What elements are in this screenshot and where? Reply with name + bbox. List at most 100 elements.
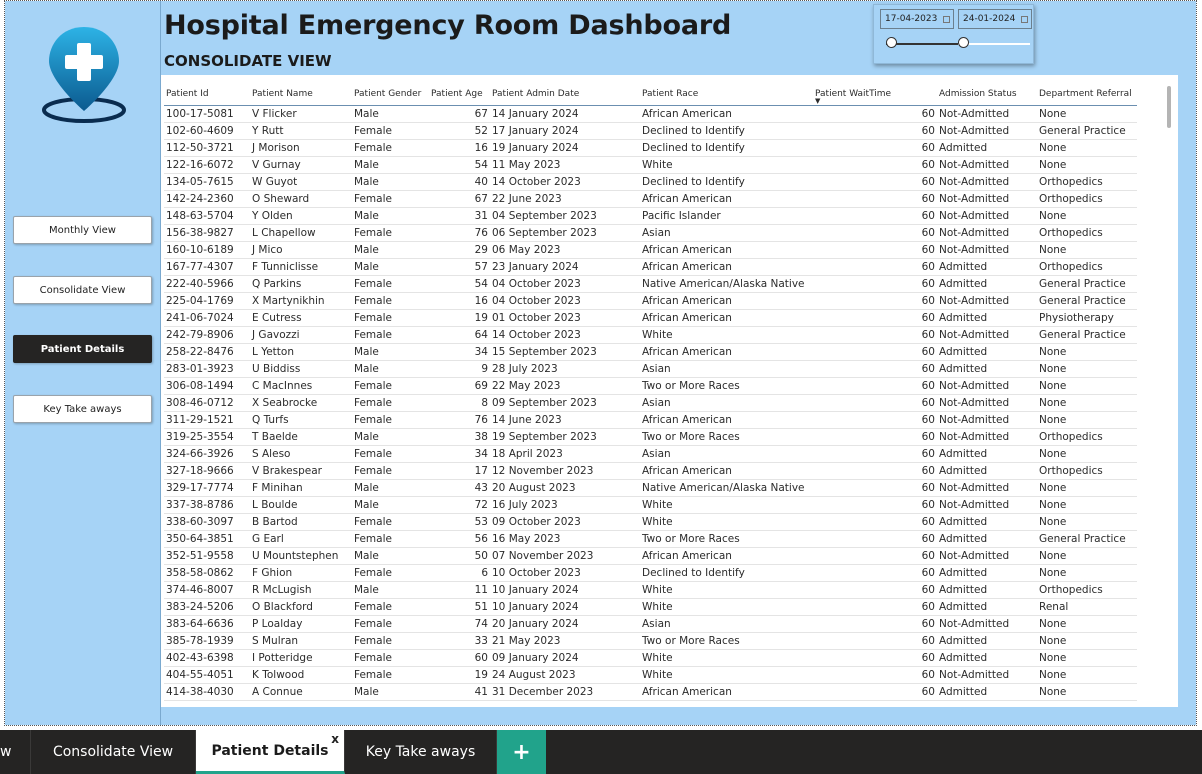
table-row[interactable]: 102-60-4609 Y Rutt Female 52 17 January 2024… <box>164 122 1137 140</box>
table-row[interactable]: 374-46-8007 R McLugish Male 11 10 January 20… <box>164 581 1137 599</box>
table-row[interactable]: 100-17-5081 V Flicker Male 67 14 January 202… <box>164 105 1137 123</box>
table-row[interactable]: 241-06-7024 E Cutress Female 19 01 October 2… <box>164 309 1137 327</box>
column-header[interactable]: Department Referral <box>1037 83 1137 106</box>
slider-end-handle[interactable] <box>958 37 969 48</box>
table-cell: Orthopedics <box>1037 428 1137 446</box>
column-header[interactable]: Patient Gender <box>352 83 429 106</box>
table-cell: African American <box>640 343 813 361</box>
tab-consolidate-view[interactable]: Consolidate View <box>31 730 196 774</box>
date-range-slicer[interactable]: 17-04-2023 24-01-2024 <box>873 4 1034 64</box>
table-cell: 14 October 2023 <box>490 173 640 191</box>
table-row[interactable]: 402-43-6398 I Potteridge Female 60 09 Januar… <box>164 649 1137 667</box>
table-row[interactable]: 156-38-9827 L Chapellow Female 76 06 Septemb… <box>164 224 1137 242</box>
table-cell: 38 <box>429 428 490 446</box>
table-row[interactable]: 225-04-1769 X Martynikhin Female 16 04 Octob… <box>164 292 1137 310</box>
table-cell: 60 <box>813 479 937 497</box>
patient-table-visual[interactable]: Patient Id Patient Name Patient Gender Pati… <box>161 83 1175 707</box>
patient-details-button[interactable]: Patient Details <box>13 335 152 363</box>
table-row[interactable]: 112-50-3721 J Morison Female 16 19 January 2… <box>164 139 1137 157</box>
table-row[interactable]: 308-46-0712 X Seabrocke Female 8 09 Septembe… <box>164 394 1137 412</box>
table-row[interactable]: 352-51-9558 U Mountstephen Male 50 07 Novemb… <box>164 547 1137 565</box>
column-header[interactable]: Patient Race <box>640 83 813 106</box>
vertical-scrollbar[interactable] <box>1167 86 1171 128</box>
table-row[interactable]: 306-08-1494 C MacInnes Female 69 22 May 2023… <box>164 377 1137 395</box>
table-cell: 04 October 2023 <box>490 292 640 310</box>
table-row[interactable]: 383-64-6636 P Loalday Female 74 20 January 2… <box>164 615 1137 633</box>
table-row[interactable]: 283-01-3923 U Biddiss Male 9 28 July 2023 Asi… <box>164 360 1137 378</box>
table-cell: 337-38-8786 <box>164 496 250 514</box>
tab-patient-details[interactable]: Patient Details x <box>196 730 345 774</box>
end-date-input[interactable]: 24-01-2024 <box>958 9 1032 29</box>
table-cell: 167-77-4307 <box>164 258 250 276</box>
table-cell: 60 <box>813 649 937 667</box>
column-header[interactable]: Admission Status <box>937 83 1037 106</box>
table-cell: None <box>1037 445 1137 463</box>
sort-descending-icon[interactable]: ▼ <box>815 98 820 105</box>
table-row[interactable]: 337-38-8786 L Boulde Male 72 16 July 2023 Whi… <box>164 496 1137 514</box>
table-cell: White <box>640 666 813 684</box>
table-row[interactable]: 324-66-3926 S Aleso Female 34 18 April 2023 A… <box>164 445 1137 463</box>
table-cell: Female <box>352 513 429 531</box>
table-row[interactable]: 385-78-1939 S Mulran Female 33 21 May 2023 Tw… <box>164 632 1137 650</box>
table-row[interactable]: 167-77-4307 F Tunniclisse Male 57 23 January… <box>164 258 1137 276</box>
start-date-input[interactable]: 17-04-2023 <box>880 9 954 29</box>
key-takeaways-button[interactable]: Key Take aways <box>13 395 152 423</box>
table-cell: 14 October 2023 <box>490 326 640 344</box>
table-cell: 350-64-3851 <box>164 530 250 548</box>
table-row[interactable]: 148-63-5704 Y Olden Male 31 04 September 202… <box>164 207 1137 225</box>
table-row[interactable]: 338-60-3097 B Bartod Female 53 09 October 20… <box>164 513 1137 531</box>
table-cell: African American <box>640 105 813 123</box>
table-cell: 16 May 2023 <box>490 530 640 548</box>
table-row[interactable]: 142-24-2360 O Sheward Female 67 22 June 2023… <box>164 190 1137 208</box>
table-cell: African American <box>640 411 813 429</box>
table-cell: Admitted <box>937 139 1037 157</box>
table-row[interactable]: 404-55-4051 K Tolwood Female 19 24 August 20… <box>164 666 1137 684</box>
table-cell: 72 <box>429 496 490 514</box>
table-row[interactable]: 160-10-6189 J Mico Male 29 06 May 2023 Africa… <box>164 241 1137 259</box>
table-row[interactable]: 122-16-6072 V Gurnay Male 54 11 May 2023 Whit… <box>164 156 1137 174</box>
table-row[interactable]: 311-29-1521 Q Turfs Female 76 14 June 2023 Af… <box>164 411 1137 429</box>
table-row[interactable]: 258-22-8476 L Yetton Male 34 15 September 20… <box>164 343 1137 361</box>
table-cell: 43 <box>429 479 490 497</box>
table-row[interactable]: 319-25-3554 T Baelde Male 38 19 September 20… <box>164 428 1137 446</box>
table-row[interactable]: 134-05-7615 W Guyot Male 40 14 October 2023 D… <box>164 173 1137 191</box>
tab-key-takeaways[interactable]: Key Take aways <box>345 730 497 774</box>
table-cell: 60 <box>813 394 937 412</box>
table-row[interactable]: 414-38-4030 A Connue Male 41 31 December 202… <box>164 683 1137 701</box>
table-row[interactable]: 242-79-8906 J Gavozzi Female 64 14 October 2… <box>164 326 1137 344</box>
consolidate-view-button[interactable]: Consolidate View <box>13 276 152 304</box>
table-cell: 09 September 2023 <box>490 394 640 412</box>
column-header[interactable]: Patient Age <box>429 83 490 106</box>
table-cell: 258-22-8476 <box>164 343 250 361</box>
table-cell: Not-Admitted <box>937 615 1037 633</box>
table-cell: Female <box>352 139 429 157</box>
table-cell: S Mulran <box>250 632 352 650</box>
table-cell: None <box>1037 411 1137 429</box>
table-cell: 16 July 2023 <box>490 496 640 514</box>
calendar-icon[interactable] <box>943 16 950 23</box>
column-header[interactable]: Patient Name <box>250 83 352 106</box>
table-cell: 385-78-1939 <box>164 632 250 650</box>
page-title: Hospital Emergency Room Dashboard <box>164 10 732 41</box>
close-icon[interactable]: x <box>331 732 339 746</box>
table-row[interactable]: 383-24-5206 O Blackford Female 51 10 January… <box>164 598 1137 616</box>
column-header[interactable]: Patient Admin Date <box>490 83 640 106</box>
slider-start-handle[interactable] <box>886 37 897 48</box>
column-header[interactable]: Patient WaitTime ▼ <box>813 83 937 106</box>
table-row[interactable]: 358-58-0862 F Ghion Female 6 10 October 2023… <box>164 564 1137 582</box>
monthly-view-button[interactable]: Monthly View <box>13 216 152 244</box>
table-row[interactable]: 222-40-5966 Q Parkins Female 54 04 October 2… <box>164 275 1137 293</box>
table-row[interactable]: 327-18-9666 V Brakespear Female 17 12 Novemb… <box>164 462 1137 480</box>
calendar-icon[interactable] <box>1021 16 1028 23</box>
tab-monthly-view[interactable]: w <box>0 730 31 774</box>
table-cell: Female <box>352 411 429 429</box>
add-page-button[interactable]: + <box>497 730 546 774</box>
table-cell: 283-01-3923 <box>164 360 250 378</box>
table-row[interactable]: 350-64-3851 G Earl Female 56 16 May 2023 Two … <box>164 530 1137 548</box>
table-cell: 28 July 2023 <box>490 360 640 378</box>
table-cell: 04 October 2023 <box>490 275 640 293</box>
table-cell: 29 <box>429 241 490 259</box>
table-row[interactable]: 329-17-7774 F Minihan Male 43 20 August 2023… <box>164 479 1137 497</box>
column-header[interactable]: Patient Id <box>164 83 250 106</box>
table-cell: R McLugish <box>250 581 352 599</box>
